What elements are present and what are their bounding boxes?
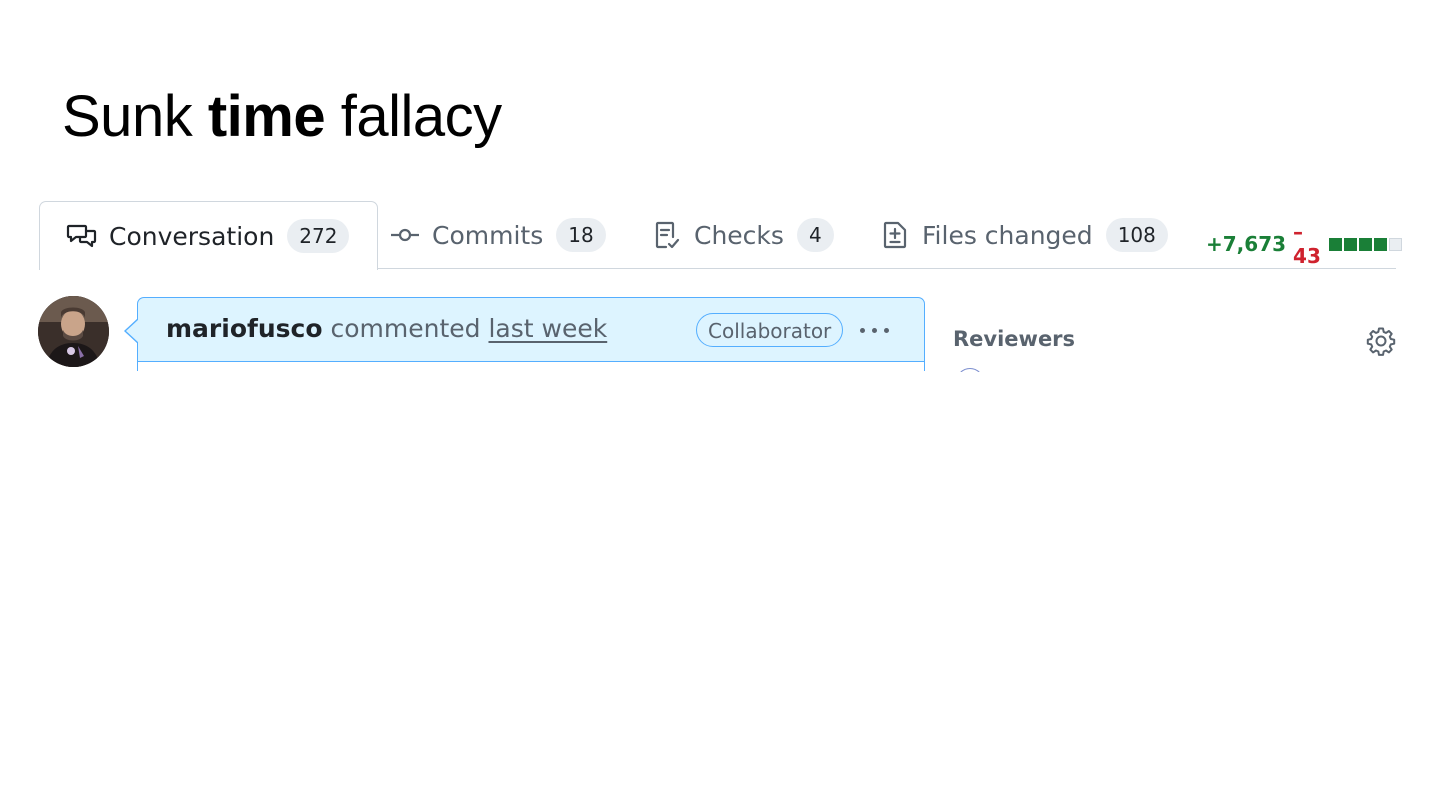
diffstat-block [1343,237,1357,251]
title-pre: Sunk [62,84,208,149]
diffstat-deletions: –43 [1293,220,1321,268]
comment-action: commented [330,314,481,343]
tab-files-changed-label: Files changed [922,220,1093,250]
comment-meta: mariofusco commented last week [166,314,607,343]
tab-commits-label: Commits [432,220,544,250]
reviewers-heading: Reviewers [953,327,1076,351]
tab-checks-label: Checks [694,220,784,250]
reviewer-avatar[interactable] [956,368,984,372]
tab-conversation[interactable]: Conversation 272 [39,201,379,270]
comment-timestamp[interactable]: last week [488,314,607,343]
diffstat-block [1328,237,1342,251]
gear-icon[interactable] [1366,326,1396,356]
collaborator-badge: Collaborator [696,313,844,347]
file-diff-icon [879,219,911,251]
tab-files-changed[interactable]: Files changed 108 [879,201,1168,269]
tab-checks-count: 4 [796,218,834,252]
title-post: fallacy [325,84,502,149]
pr-tab-bar: Conversation 272 Commits 18 Checks 4 Fil… [39,201,1402,270]
kebab-horizontal-icon[interactable] [858,322,892,338]
avatar[interactable] [38,296,109,367]
diffstat-blocks [1328,237,1404,251]
diffstat-block [1388,237,1402,251]
diffstat-block [1373,237,1387,251]
slide-title: Sunk time fallacy [62,82,502,152]
tab-commits-count: 18 [556,218,606,252]
tab-commits[interactable]: Commits 18 [389,201,606,269]
comment-header: mariofusco commented last week Collabora… [124,297,925,372]
tab-files-changed-count: 108 [1105,218,1168,252]
checklist-icon [651,219,683,251]
tab-conversation-label: Conversation [109,221,275,251]
tab-conversation-count: 272 [287,219,350,253]
title-bold: time [207,84,326,149]
tab-checks[interactable]: Checks 4 [651,201,834,269]
comment-body [138,362,924,372]
diffstat-additions: +7,673 [1206,232,1287,256]
git-commit-icon [389,219,421,251]
comment-discussion-icon [66,220,98,252]
diffstat-block [1358,237,1372,251]
diffstat: +7,673 –43 [1206,220,1404,268]
comment-author[interactable]: mariofusco [166,314,323,343]
